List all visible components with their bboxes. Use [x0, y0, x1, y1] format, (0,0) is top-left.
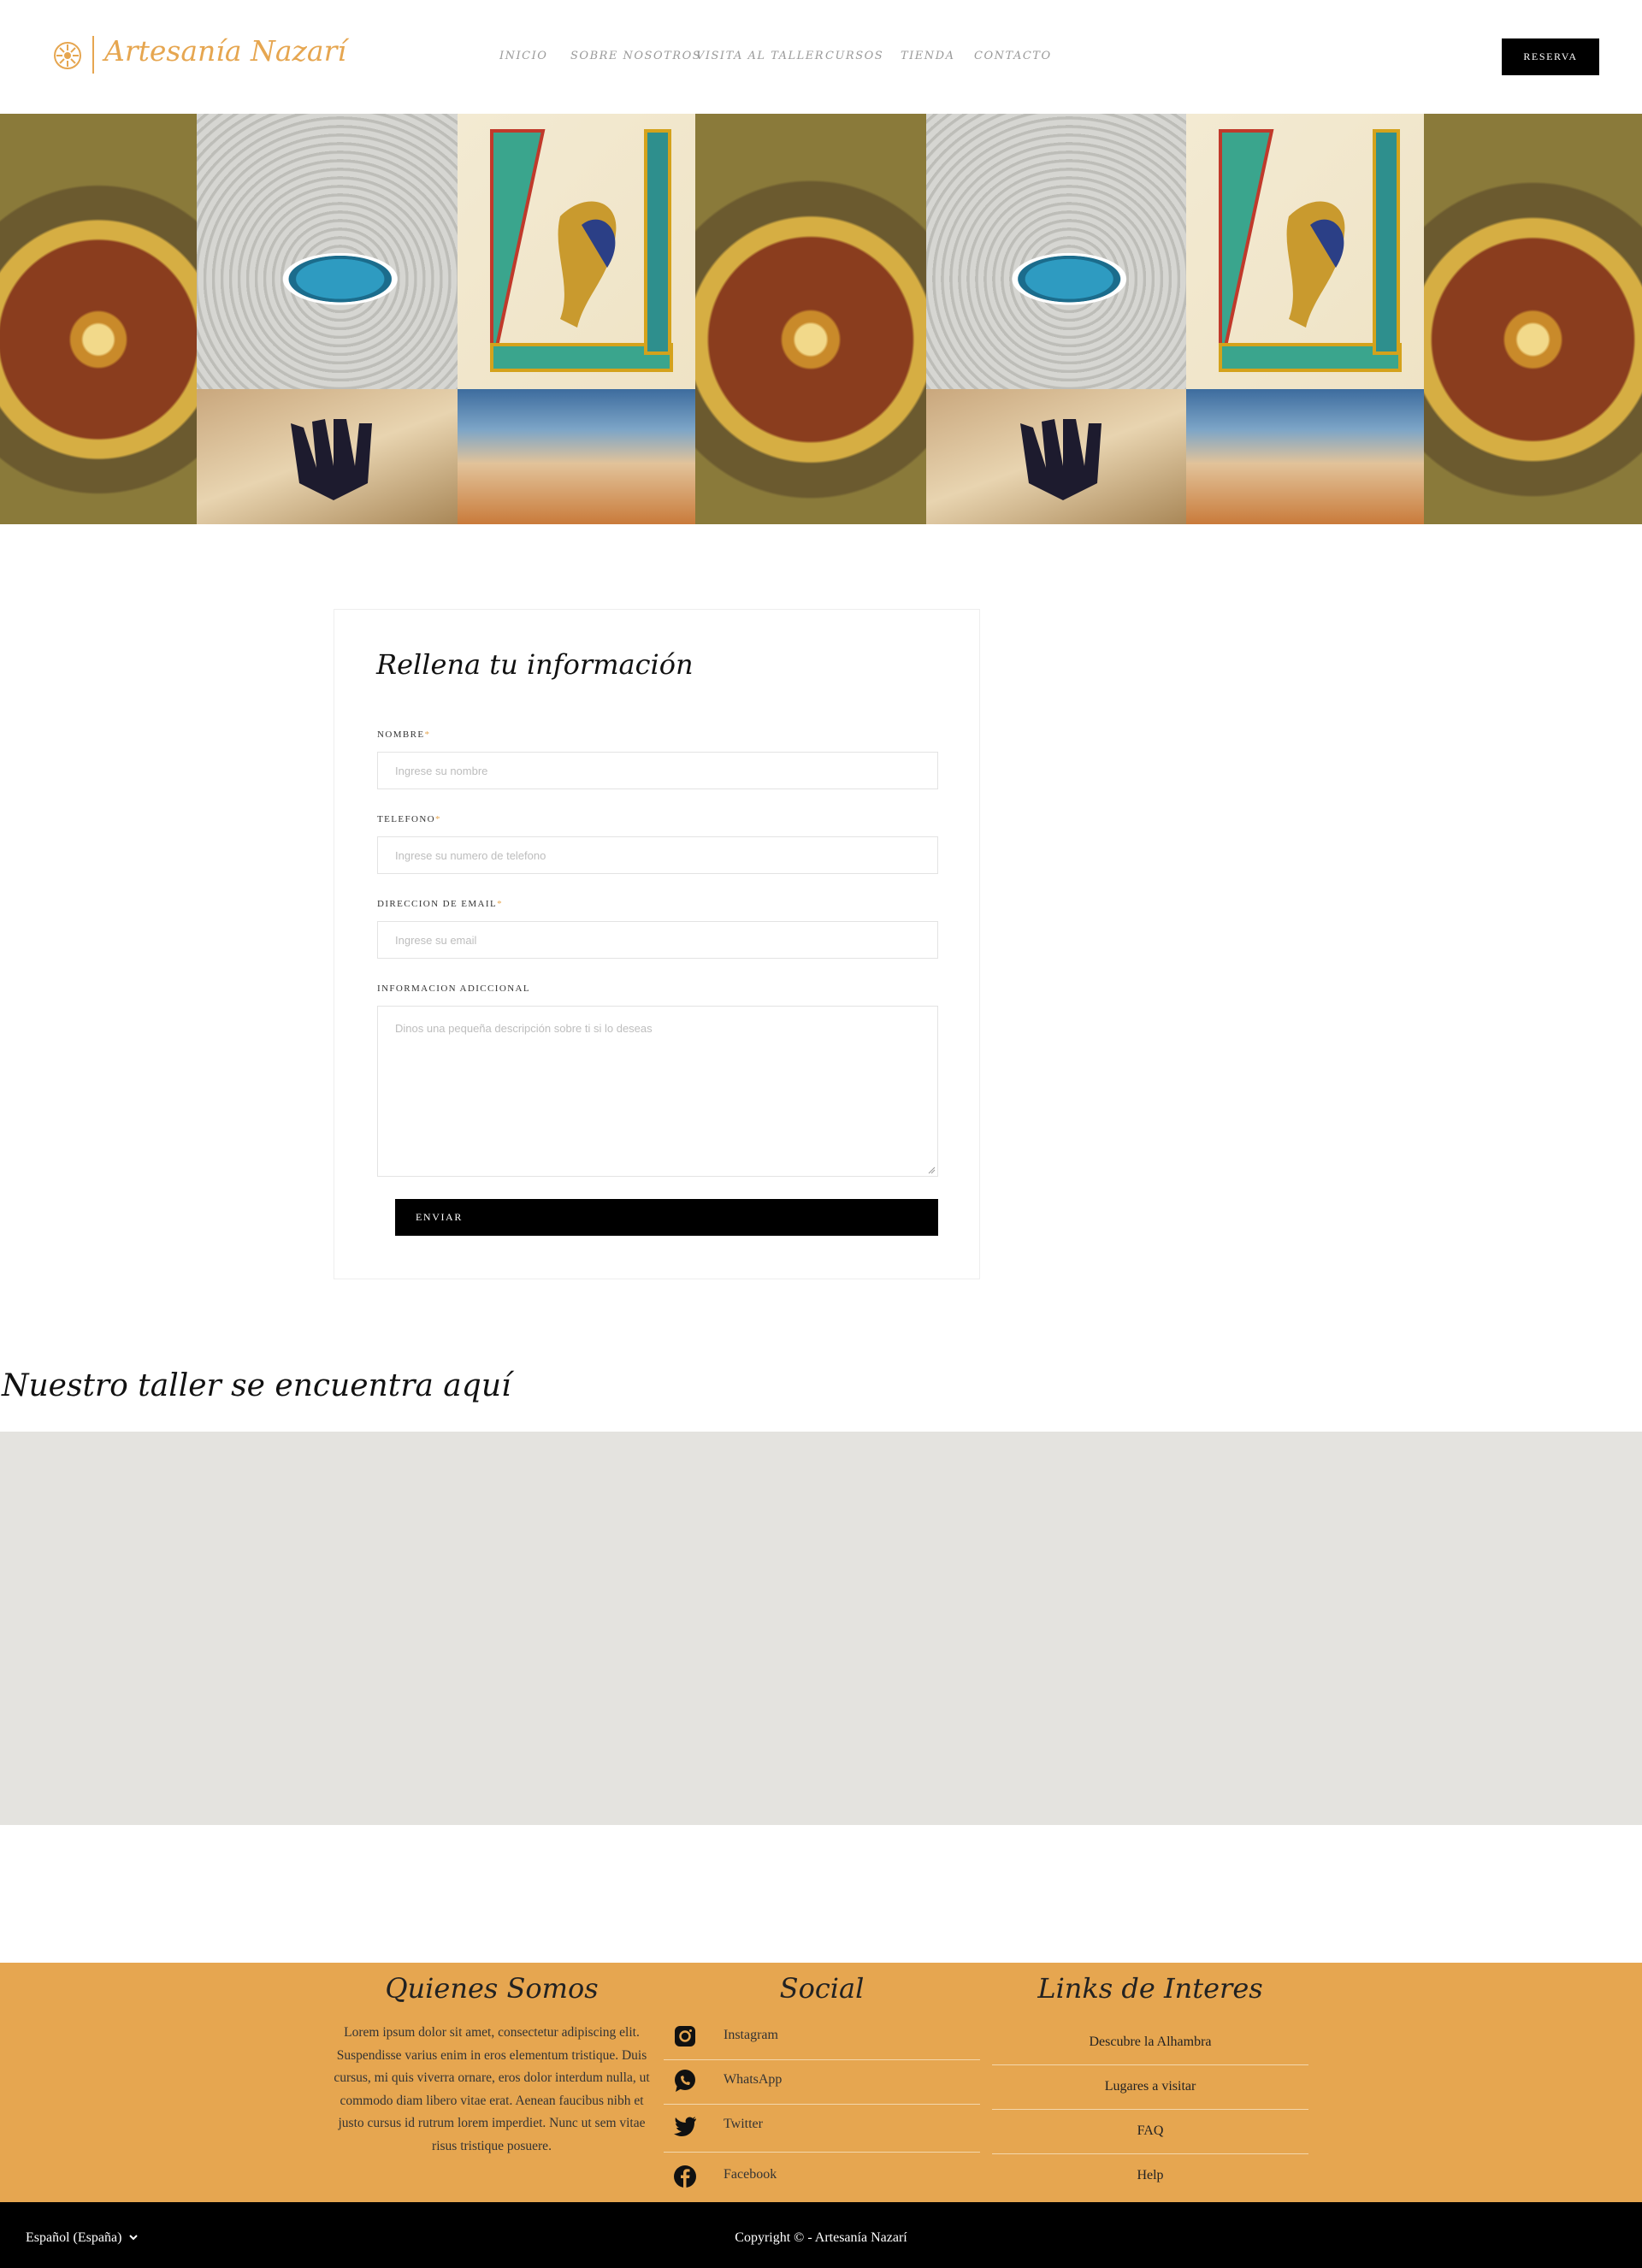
collage-brush-image: [926, 114, 1186, 389]
collage-sun-image: [0, 114, 197, 524]
social-label-whatsapp: WhatsApp: [724, 2072, 783, 2087]
chevron-down-icon: [128, 2230, 139, 2246]
social-link-twitter[interactable]: Twitter: [664, 2104, 980, 2153]
email-placeholder: Ingrese su email: [395, 933, 477, 947]
logo-text[interactable]: Artesanía Nazarí: [104, 34, 346, 68]
collage-sun-image: [695, 114, 926, 524]
info-adicional-label: INFORMACION ADICCIONAL: [377, 983, 530, 994]
social-label-facebook: Facebook: [724, 2167, 777, 2182]
nav-inicio[interactable]: INICIO: [499, 50, 547, 62]
nombre-placeholder: Ingrese su nombre: [395, 764, 488, 777]
social-link-facebook[interactable]: Facebook: [664, 2153, 980, 2198]
info-adicional-placeholder: Dinos una pequeña descripción sobre ti s…: [395, 1022, 653, 1035]
nav-tienda[interactable]: TIENDA: [901, 50, 954, 62]
whatsapp-icon: [675, 2070, 695, 2092]
map-section-title: Nuestro taller se encuentra aquí: [2, 1368, 511, 1403]
collage-scene-image: [458, 389, 695, 524]
about-heading: Quienes Somos: [385, 1972, 599, 2005]
social-link-instagram[interactable]: Instagram: [664, 2015, 980, 2060]
link-lugares-visitar[interactable]: Lugares a visitar: [992, 2064, 1308, 2110]
collage-sun-image: [1424, 114, 1642, 524]
logo-divider: [92, 36, 94, 74]
copyright-text: Copyright © - Artesanía Nazarí: [735, 2230, 907, 2245]
language-label: Español (España): [26, 2230, 122, 2245]
reserva-button[interactable]: RESERVA: [1502, 38, 1599, 75]
logo-icon[interactable]: [53, 41, 82, 70]
facebook-icon: [674, 2165, 696, 2188]
collage-hamsa-image: [197, 389, 458, 524]
twitter-icon: [674, 2117, 696, 2136]
nav-cursos[interactable]: CURSOS: [825, 50, 883, 62]
social-label-twitter: Twitter: [724, 2117, 763, 2131]
telefono-label: TELEFONO*: [377, 814, 441, 824]
map-embed[interactable]: [0, 1432, 1642, 1825]
collage-illuminated-letter-image: [458, 114, 695, 389]
telefono-input[interactable]: Ingrese su numero de telefono: [377, 836, 938, 874]
collage-hamsa-image: [926, 389, 1186, 524]
hero-collage: [0, 114, 1642, 524]
social-link-whatsapp[interactable]: WhatsApp: [664, 2059, 980, 2105]
enviar-button[interactable]: ENVIAR: [395, 1199, 938, 1236]
collage-brush-image: [197, 114, 458, 389]
about-text: Lorem ipsum dolor sit amet, consectetur …: [334, 2025, 650, 2153]
nombre-label: NOMBRE*: [377, 729, 431, 740]
link-faq[interactable]: FAQ: [992, 2109, 1308, 2154]
telefono-placeholder: Ingrese su numero de telefono: [395, 848, 546, 862]
nav-sobre-nosotros[interactable]: SOBRE NOSOTROS: [570, 50, 701, 62]
collage-scene-image: [1186, 389, 1424, 524]
links-heading: Links de Interes: [1037, 1972, 1263, 2005]
info-adicional-textarea[interactable]: Dinos una pequeña descripción sobre ti s…: [377, 1006, 938, 1177]
email-input[interactable]: Ingrese su email: [377, 921, 938, 959]
nombre-input[interactable]: Ingrese su nombre: [377, 752, 938, 789]
form-title: Rellena tu información: [376, 648, 694, 681]
nav-contacto[interactable]: CONTACTO: [974, 50, 1052, 62]
email-label: DIRECCION DE EMAIL*: [377, 899, 503, 909]
social-heading: Social: [779, 1972, 865, 2005]
site-header: Artesanía Nazarí INICIO SOBRE NOSOTROS V…: [0, 0, 1642, 114]
language-select[interactable]: Español (España): [26, 2230, 139, 2246]
collage-illuminated-letter-image: [1186, 114, 1424, 389]
social-label-instagram: Instagram: [724, 2028, 778, 2042]
resize-handle-icon[interactable]: [927, 1166, 936, 1174]
nav-visita-al-taller[interactable]: VISITA AL TALLER: [696, 50, 824, 62]
link-descubre-alhambra[interactable]: Descubre la Alhambra: [992, 2020, 1308, 2065]
link-help[interactable]: Help: [992, 2153, 1308, 2198]
instagram-icon: [675, 2026, 695, 2047]
